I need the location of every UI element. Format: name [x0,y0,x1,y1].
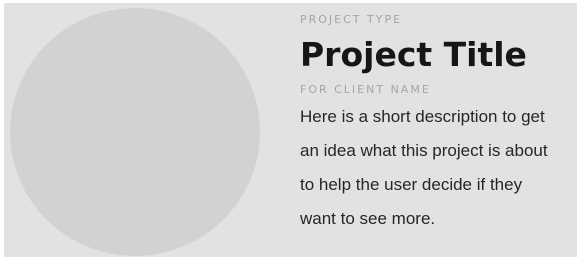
project-description: Here is a short description to get an id… [300,100,577,236]
project-title: Project Title [300,35,527,74]
description-line: want to see more. [300,209,436,228]
client-name-label: FOR CLIENT NAME [300,83,431,96]
project-card[interactable]: PROJECT TYPE Project Title FOR CLIENT NA… [4,3,577,257]
project-thumbnail-placeholder [10,8,260,256]
description-line: Here is a short description to get [300,107,545,126]
project-type-label: PROJECT TYPE [300,13,403,26]
description-line: to help the user decide if they [300,175,523,194]
project-card-content: PROJECT TYPE Project Title FOR CLIENT NA… [300,3,577,236]
description-line: an idea what this project is about [300,141,548,160]
